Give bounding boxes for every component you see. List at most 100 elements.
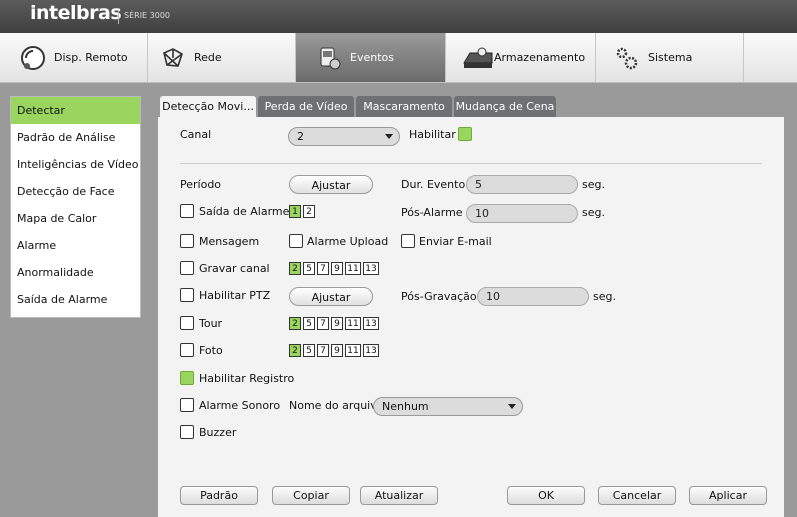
ok-button[interactable]: OK (507, 486, 585, 505)
series-label: SÉRIE 3000 (124, 11, 171, 20)
periodo-label: Período (180, 178, 222, 191)
divider (180, 163, 762, 164)
habilitar-label: Habilitar (409, 128, 456, 141)
buzzer-label: Buzzer (199, 426, 237, 439)
nav-tab-label: Armazenamento (494, 51, 586, 64)
tab-deteccao-movimento[interactable]: Detecção Movi... (160, 96, 256, 118)
dur-evento-unit: seg. (582, 178, 605, 191)
tour-checkbox[interactable] (180, 316, 194, 330)
habilitar-checkbox[interactable] (458, 127, 472, 141)
buzzer-checkbox[interactable] (180, 425, 194, 439)
pos-gravacao-label: Pós-Gravação (401, 290, 477, 303)
nav-tab-rede[interactable]: Rede (148, 33, 296, 82)
habilitar-ptz-checkbox[interactable] (180, 288, 194, 302)
channel-5[interactable]: 5 (303, 262, 315, 275)
alarme-sonoro-label: Alarme Sonoro (199, 399, 281, 412)
foto-channel-selector: 2 5 7 9 11 13 (289, 343, 381, 357)
sidebar-item-mapa-calor[interactable]: Mapa de Calor (11, 205, 140, 232)
channel-7[interactable]: 7 (317, 262, 329, 275)
channel-11[interactable]: 11 (345, 344, 361, 357)
dur-evento-label: Dur. Evento (401, 178, 466, 191)
tab-perda-video[interactable]: Perda de Vídeo (258, 96, 354, 118)
sidebar-item-inteligencias-video[interactable]: Inteligências de Vídeo (11, 151, 140, 178)
alarm-output-1[interactable]: 1 (289, 205, 301, 218)
gravar-canal-checkbox[interactable] (180, 261, 194, 275)
sidebar-item-deteccao-face[interactable]: Detecção de Face (11, 178, 140, 205)
tab-mascaramento[interactable]: Mascaramento (356, 96, 452, 118)
alarme-sonoro-checkbox[interactable] (180, 398, 194, 412)
mensagem-checkbox[interactable] (180, 234, 194, 248)
saida-alarme-label: Saída de Alarme (199, 205, 290, 218)
habilitar-registro-label: Habilitar Registro (199, 372, 295, 385)
sidebar-item-detectar[interactable]: Detectar (11, 97, 140, 124)
saida-alarme-outputs: 12 (289, 204, 317, 218)
tab-mudanca-cena[interactable]: Mudança de Cena (454, 96, 556, 118)
chevron-down-icon (385, 134, 393, 139)
sidebar-item-saida-alarme[interactable]: Saída de Alarme (11, 286, 140, 313)
alarm-output-2[interactable]: 2 (303, 205, 315, 218)
remote-device-icon (21, 45, 45, 70)
channel-2[interactable]: 2 (289, 317, 301, 330)
canal-label: Canal (180, 128, 212, 141)
channel-11[interactable]: 11 (345, 317, 361, 330)
pos-alarme-input[interactable]: 10 (466, 204, 578, 223)
dur-evento-input[interactable]: 5 (466, 175, 578, 194)
channel-11[interactable]: 11 (345, 262, 361, 275)
tour-channel-selector: 2 5 7 9 11 13 (289, 316, 381, 330)
habilitar-ptz-label: Habilitar PTZ (199, 289, 271, 302)
storage-icon (463, 47, 493, 68)
nav-tab-label: Disp. Remoto (54, 51, 128, 64)
canal-value: 2 (297, 130, 304, 143)
pos-gravacao-input[interactable]: 10 (477, 287, 589, 306)
chevron-down-icon (508, 404, 516, 409)
top-navigation: Disp. Remoto Rede Eventos Armazenamento … (0, 33, 797, 83)
sidebar-item-alarme[interactable]: Alarme (11, 232, 140, 259)
network-icon (163, 47, 183, 67)
channel-7[interactable]: 7 (317, 344, 329, 357)
enviar-email-label: Enviar E-mail (419, 235, 492, 248)
channel-5[interactable]: 5 (303, 317, 315, 330)
logo-separator (118, 10, 119, 24)
channel-9[interactable]: 9 (331, 344, 343, 357)
canal-select[interactable]: 2 (288, 127, 400, 146)
pos-alarme-unit: seg. (582, 206, 605, 219)
channel-7[interactable]: 7 (317, 317, 329, 330)
alarme-upload-label: Alarme Upload (307, 235, 389, 248)
title-bar: intelbras SÉRIE 3000 (0, 0, 797, 33)
foto-checkbox[interactable] (180, 343, 194, 357)
nome-arquivo-value: Nenhum (382, 400, 429, 413)
copiar-button[interactable]: Copiar (272, 486, 350, 505)
alarme-upload-checkbox[interactable] (289, 234, 303, 248)
pos-alarme-label: Pós-Alarme (401, 206, 463, 219)
gravar-canal-label: Gravar canal (199, 262, 270, 275)
ptz-ajustar-button[interactable]: Ajustar (289, 287, 373, 306)
channel-2[interactable]: 2 (289, 262, 301, 275)
pos-gravacao-unit: seg. (593, 290, 616, 303)
channel-13[interactable]: 13 (363, 344, 379, 357)
periodo-ajustar-button[interactable]: Ajustar (289, 175, 373, 194)
aplicar-button[interactable]: Aplicar (689, 486, 767, 505)
channel-13[interactable]: 13 (363, 317, 379, 330)
channel-9[interactable]: 9 (331, 317, 343, 330)
nav-tab-sistema[interactable]: Sistema (596, 33, 744, 82)
cancelar-button[interactable]: Cancelar (598, 486, 676, 505)
nav-tab-label: Eventos (350, 51, 394, 64)
saida-alarme-checkbox[interactable] (180, 204, 194, 218)
sidebar-item-padrao-analise[interactable]: Padrão de Análise (11, 124, 140, 151)
mensagem-label: Mensagem (199, 235, 260, 248)
nav-tab-label: Sistema (648, 51, 693, 64)
nav-tab-eventos[interactable]: Eventos (296, 33, 446, 82)
nome-arquivo-select[interactable]: Nenhum (373, 397, 523, 416)
sidebar-item-anormalidade[interactable]: Anormalidade (11, 259, 140, 286)
channel-5[interactable]: 5 (303, 344, 315, 357)
channel-2[interactable]: 2 (289, 344, 301, 357)
nav-tab-disp-remoto[interactable]: Disp. Remoto (0, 33, 148, 82)
padrao-button[interactable]: Padrão (180, 486, 258, 505)
channel-9[interactable]: 9 (331, 262, 343, 275)
nav-tab-armazenamento[interactable]: Armazenamento (446, 33, 596, 82)
enviar-email-checkbox[interactable] (401, 234, 415, 248)
atualizar-button[interactable]: Atualizar (360, 486, 438, 505)
nome-arquivo-label: Nome do arquivo (289, 399, 384, 412)
channel-13[interactable]: 13 (363, 262, 379, 275)
habilitar-registro-checkbox[interactable] (180, 371, 194, 385)
